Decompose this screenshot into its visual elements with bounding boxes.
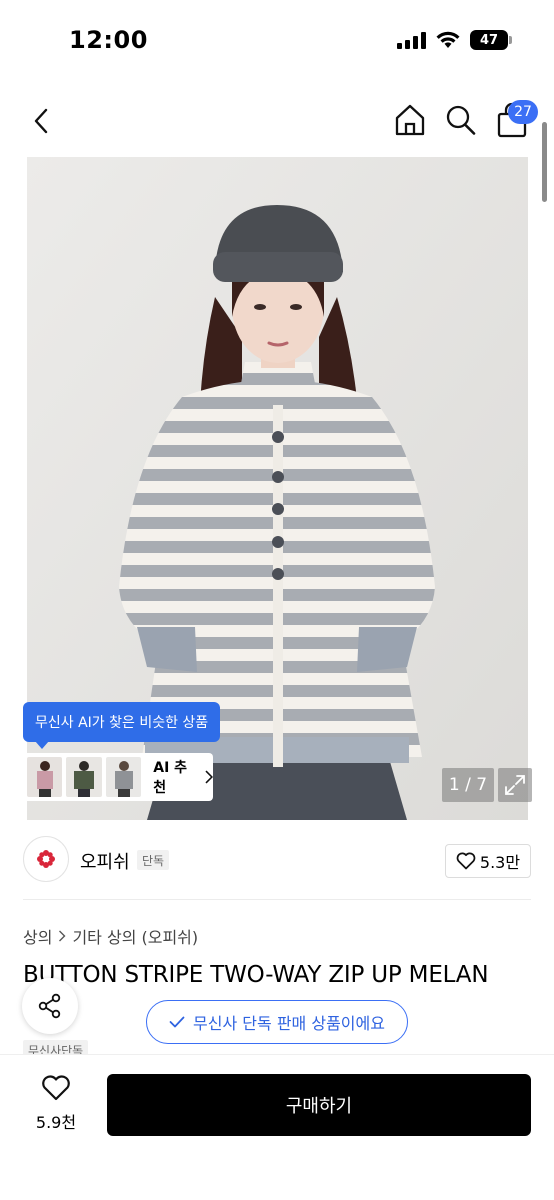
battery-level: 47 xyxy=(479,32,499,48)
share-button[interactable] xyxy=(22,978,78,1034)
ai-recommend-label: AI 추천 xyxy=(153,760,188,796)
search-icon xyxy=(446,105,476,135)
chevron-left-icon xyxy=(34,108,48,134)
check-icon xyxy=(169,1016,185,1028)
home-icon xyxy=(395,104,425,136)
cart-count-badge: 27 xyxy=(508,100,538,124)
brand-exclusive-badge: 단독 xyxy=(137,850,170,870)
chevron-right-icon xyxy=(205,770,213,784)
wifi-icon xyxy=(436,31,460,48)
ai-recommend-link[interactable]: AI 추천 xyxy=(153,757,213,797)
wishlist-button[interactable]: 5.9천 xyxy=(30,1075,82,1133)
expand-image-button[interactable] xyxy=(498,768,532,802)
bottom-action-bar: 5.9천 구매하기 xyxy=(0,1054,554,1200)
heart-icon xyxy=(456,852,476,870)
top-nav xyxy=(0,90,554,152)
exclusive-sale-text: 무신사 단독 판매 상품이에요 xyxy=(193,1014,385,1033)
battery-icon: 47 xyxy=(470,30,512,50)
exclusive-sale-notice: 무신사 단독 판매 상품이에요 xyxy=(146,1000,408,1044)
thumb-image xyxy=(66,757,102,797)
expand-icon xyxy=(505,775,525,795)
breadcrumb: 상의 기타 상의 (오피쉬) xyxy=(23,924,198,948)
image-counter: 1 / 7 xyxy=(442,768,494,802)
status-bar: 12:00 47 xyxy=(0,0,554,84)
similar-product-thumb[interactable] xyxy=(105,757,142,797)
wishlist-count: 5.9천 xyxy=(35,1113,77,1132)
home-button[interactable] xyxy=(392,102,428,138)
scrollbar[interactable] xyxy=(542,122,547,202)
brand-like-button[interactable]: 5.3만 xyxy=(445,844,531,878)
ai-similar-tooltip: 무신사 AI가 찾은 비슷한 상품 xyxy=(23,702,221,749)
buy-button[interactable]: 구매하기 xyxy=(107,1074,531,1136)
brand-logo-mark xyxy=(37,850,55,868)
heart-icon xyxy=(42,1075,70,1101)
breadcrumb-subcategory[interactable]: 기타 상의 (오피쉬) xyxy=(72,924,198,948)
status-icons: 47 xyxy=(397,30,512,50)
brand-logo[interactable] xyxy=(23,836,69,882)
similar-product-thumb[interactable] xyxy=(66,757,102,797)
share-icon xyxy=(38,993,61,1019)
brand-like-count: 5.3만 xyxy=(479,853,521,872)
status-time: 12:00 xyxy=(69,26,148,54)
divider xyxy=(23,899,531,900)
back-button[interactable] xyxy=(26,104,56,138)
thumb-image xyxy=(27,757,63,797)
chevron-right-icon xyxy=(59,930,66,942)
ai-recommend-strip[interactable]: AI 추천 xyxy=(23,753,213,801)
brand-name[interactable]: 오피쉬 xyxy=(80,848,130,874)
search-button[interactable] xyxy=(444,102,478,138)
brand-row: 오피쉬 단독 5.3만 xyxy=(23,836,531,884)
breadcrumb-category[interactable]: 상의 xyxy=(23,924,52,948)
thumb-image xyxy=(105,757,142,797)
similar-product-thumb[interactable] xyxy=(27,757,63,797)
product-title: BUTTON STRIPE TWO-WAY ZIP UP MELAN xyxy=(23,962,489,988)
cellular-signal-icon xyxy=(397,31,426,49)
product-detail-screen: 12:00 47 27 무신사 AI가 찾은 비슷한 상품 AI 추천 1 / … xyxy=(0,0,554,1200)
